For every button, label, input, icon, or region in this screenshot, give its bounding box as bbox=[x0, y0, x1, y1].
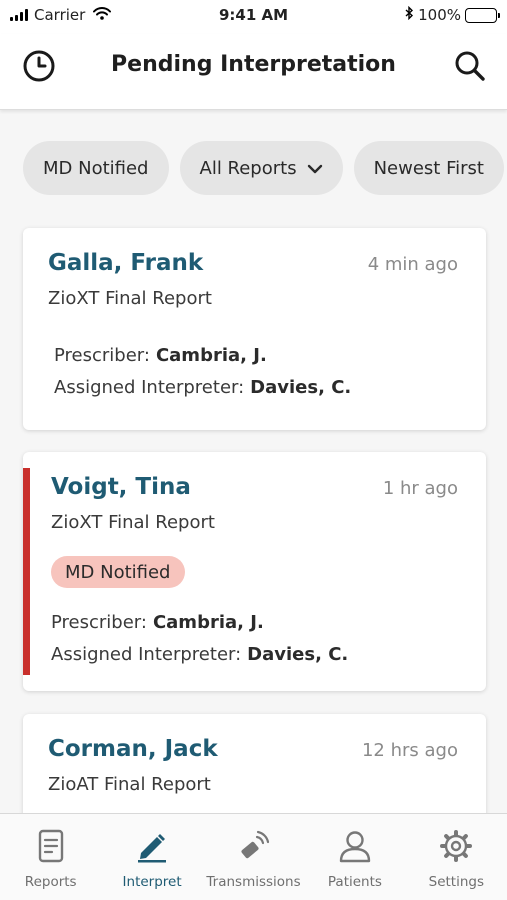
chevron-down-icon bbox=[307, 158, 323, 179]
battery-percent: 100% bbox=[418, 6, 461, 24]
interpreter-name: Davies, C. bbox=[247, 644, 349, 665]
filter-bar: MD Notified All Reports Newest First bbox=[23, 141, 504, 195]
chip-label: All Reports bbox=[199, 157, 297, 179]
tab-settings[interactable]: Settings bbox=[406, 814, 507, 900]
tab-transmissions[interactable]: Transmissions bbox=[203, 814, 304, 900]
report-type: ZioXT Final Report bbox=[51, 512, 215, 533]
page-title: Pending Interpretation bbox=[111, 52, 396, 77]
tab-bar: Reports Interpret Transmissions Patients… bbox=[0, 813, 507, 900]
prescriber-name: Cambria, J. bbox=[152, 612, 264, 633]
interpreter-label: Assigned Interpreter: bbox=[51, 644, 242, 665]
interpreter-name: Davies, C. bbox=[250, 377, 352, 398]
report-type: ZioXT Final Report bbox=[48, 288, 212, 309]
transmission-icon bbox=[236, 828, 272, 864]
patient-name: Voigt, Tina bbox=[51, 474, 191, 500]
tab-label: Transmissions bbox=[206, 874, 301, 890]
tab-label: Settings bbox=[428, 874, 485, 890]
gear-icon bbox=[438, 828, 474, 864]
patient-name: Galla, Frank bbox=[48, 250, 204, 276]
timestamp: 12 hrs ago bbox=[361, 740, 458, 761]
report-card[interactable]: Galla, Frank 4 min ago ZioXT Final Repor… bbox=[23, 228, 486, 430]
interpreter-row: Assigned Interpreter: Davies, C. bbox=[51, 644, 348, 665]
report-card[interactable]: Voigt, Tina 1 hr ago ZioXT Final Report … bbox=[23, 452, 486, 691]
report-type: ZioAT Final Report bbox=[48, 774, 211, 795]
document-icon bbox=[33, 828, 69, 864]
chip-label: Newest First bbox=[373, 157, 484, 179]
tab-patients[interactable]: Patients bbox=[304, 814, 405, 900]
status-right: 100% bbox=[405, 5, 500, 24]
bluetooth-icon bbox=[405, 5, 414, 24]
pen-icon bbox=[134, 828, 170, 864]
status-bar: Carrier 9:41 AM 100% bbox=[0, 0, 507, 34]
filter-sort-order[interactable]: Newest First bbox=[353, 141, 504, 195]
search-icon[interactable] bbox=[452, 48, 488, 84]
chip-label: MD Notified bbox=[43, 157, 149, 179]
tab-label: Interpret bbox=[122, 874, 182, 890]
prescriber-name: Cambria, J. bbox=[155, 345, 267, 366]
timestamp: 4 min ago bbox=[367, 254, 458, 275]
prescriber-row: Prescriber: Cambria, J. bbox=[51, 612, 264, 633]
battery-icon bbox=[465, 7, 500, 23]
tab-interpret[interactable]: Interpret bbox=[101, 814, 202, 900]
tab-reports[interactable]: Reports bbox=[0, 814, 101, 900]
interpreter-label: Assigned Interpreter: bbox=[54, 377, 245, 398]
interpreter-row: Assigned Interpreter: Davies, C. bbox=[54, 377, 351, 398]
patient-name: Corman, Jack bbox=[48, 736, 218, 762]
navigation-bar: Pending Interpretation bbox=[0, 34, 507, 110]
prescriber-label: Prescriber: bbox=[54, 345, 150, 366]
prescriber-row: Prescriber: Cambria, J. bbox=[54, 345, 267, 366]
status-badge: MD Notified bbox=[51, 556, 185, 588]
tab-label: Patients bbox=[327, 874, 382, 890]
prescriber-label: Prescriber: bbox=[51, 612, 147, 633]
person-icon bbox=[337, 828, 373, 864]
tab-label: Reports bbox=[24, 874, 77, 890]
filter-report-type[interactable]: All Reports bbox=[179, 141, 343, 195]
filter-md-notified[interactable]: MD Notified bbox=[23, 141, 169, 195]
timestamp: 1 hr ago bbox=[382, 478, 458, 499]
